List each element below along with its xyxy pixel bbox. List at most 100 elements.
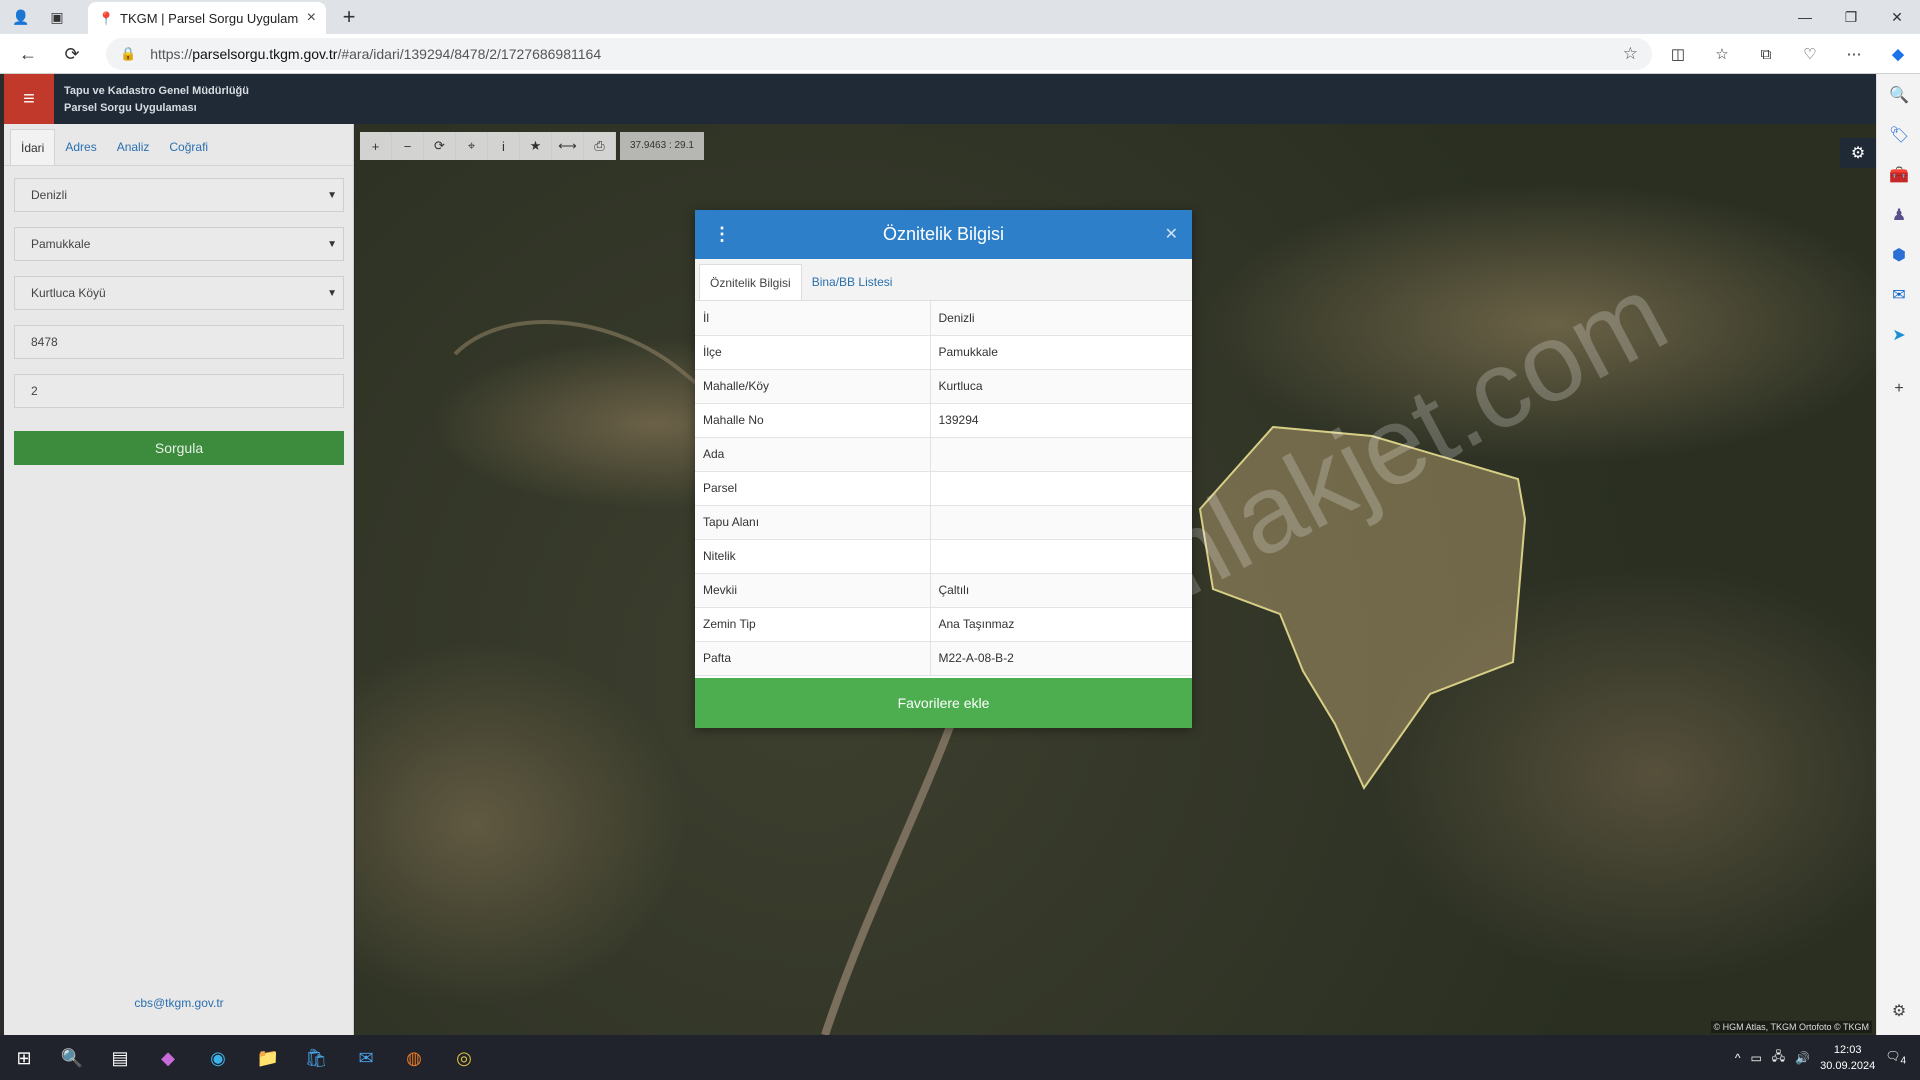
measure-icon[interactable]: ⟷: [552, 132, 584, 160]
restore-icon[interactable]: ❐: [1828, 0, 1874, 34]
print-icon[interactable]: ⎙: [584, 132, 616, 160]
refresh-map-icon[interactable]: ⟳: [424, 132, 456, 160]
ada-input-value: 8478: [31, 335, 58, 349]
menu-icon[interactable]: ≡: [4, 74, 54, 124]
coordinate-readout: 37.9463 : 29.1: [620, 132, 704, 160]
attr-key: Zemin Tip: [695, 607, 931, 642]
window-close-icon[interactable]: ✕: [1874, 0, 1920, 34]
send-icon[interactable]: ➤: [1877, 320, 1920, 350]
il-select[interactable]: Denizli ▼: [14, 178, 344, 212]
attr-value: [930, 505, 1192, 540]
tab-oznitelik[interactable]: Öznitelik Bilgisi: [699, 264, 802, 300]
system-tray: ^ ▭ 🖧 🔊 12:03 30.09.2024 🗨4: [1735, 1035, 1920, 1080]
table-row: İlçe Pamukkale: [695, 335, 1192, 370]
sorgula-button[interactable]: Sorgula: [14, 431, 344, 465]
attr-key: Nitelik: [695, 539, 931, 574]
attr-key: Pafta: [695, 641, 931, 676]
firefox-icon[interactable]: ◍: [398, 1042, 430, 1074]
network-icon[interactable]: 🖧: [1772, 1047, 1785, 1068]
search-icon[interactable]: 🔍: [56, 1042, 88, 1074]
favorite-icon[interactable]: ★: [520, 132, 552, 160]
browser-tab[interactable]: 📍 TKGM | Parsel Sorgu Uygulaması ×: [88, 2, 326, 34]
zoom-in-icon[interactable]: +: [360, 132, 392, 160]
minimize-icon[interactable]: —: [1782, 0, 1828, 34]
office-icon[interactable]: ⬢: [1877, 240, 1920, 270]
split-screen-icon[interactable]: ◫: [1664, 40, 1692, 68]
zoom-out-icon[interactable]: −: [392, 132, 424, 160]
app-title: Tapu ve Kadastro Genel Müdürlüğü Parsel …: [64, 83, 249, 117]
tab-bina-listesi[interactable]: Bina/BB Listesi: [802, 264, 903, 300]
browser-tab-strip: 👤 ▣ 📍 TKGM | Parsel Sorgu Uygulaması × +…: [0, 0, 1920, 34]
show-hidden-icons-icon[interactable]: ^: [1735, 1051, 1741, 1065]
clock[interactable]: 12:03 30.09.2024: [1820, 1042, 1875, 1074]
tab-cografi[interactable]: Coğrafi: [159, 129, 218, 165]
volume-icon[interactable]: 🔊: [1795, 1051, 1810, 1065]
app-header: ≡ Tapu ve Kadastro Genel Müdürlüğü Parse…: [4, 74, 1876, 124]
attr-key: Mahalle No: [695, 403, 931, 438]
ada-input[interactable]: 8478: [14, 325, 344, 359]
back-button[interactable]: ←: [14, 41, 42, 67]
task-view-icon[interactable]: ▤: [104, 1042, 136, 1074]
window-controls: — ❐ ✕: [1782, 0, 1920, 34]
store-icon[interactable]: 🛍: [300, 1042, 332, 1074]
games-icon[interactable]: ♟: [1877, 200, 1920, 230]
popup-header: ⋮ Öznitelik Bilgisi ✕: [695, 210, 1192, 259]
chrome-icon[interactable]: ◎: [448, 1042, 480, 1074]
parsel-input[interactable]: 2: [14, 374, 344, 408]
close-icon[interactable]: ✕: [1165, 224, 1178, 244]
clock-time: 12:03: [1833, 1043, 1862, 1056]
favorite-star-icon[interactable]: ☆: [1623, 44, 1638, 64]
app-title-name: Parsel Sorgu Uygulaması: [64, 102, 197, 114]
table-row: Nitelik: [695, 539, 1192, 574]
chevron-down-icon: ▼: [327, 189, 337, 201]
lock-icon[interactable]: 🔒: [120, 46, 136, 62]
attribute-popup: ⋮ Öznitelik Bilgisi ✕ Öznitelik Bilgisi …: [695, 210, 1192, 728]
outlook-icon[interactable]: ✉: [1877, 280, 1920, 310]
toolbox-icon[interactable]: 🧰: [1877, 160, 1920, 190]
ilce-select[interactable]: Pamukkale ▼: [14, 227, 344, 261]
start-icon[interactable]: ⊞: [8, 1042, 40, 1074]
meet-now-icon[interactable]: ▭: [1750, 1051, 1761, 1065]
shopping-tag-icon[interactable]: 🏷: [1877, 120, 1920, 150]
il-select-value: Denizli: [31, 188, 68, 202]
table-row: Mahalle No 139294: [695, 403, 1192, 438]
tab-analiz[interactable]: Analiz: [107, 129, 160, 165]
edge-icon[interactable]: ◉: [202, 1042, 234, 1074]
info-icon[interactable]: i: [488, 132, 520, 160]
copilot-taskbar-icon[interactable]: ◆: [152, 1042, 184, 1074]
refresh-button[interactable]: ⟳: [58, 41, 86, 67]
mail-icon[interactable]: ✉: [350, 1042, 382, 1074]
favorites-icon[interactable]: ☆: [1708, 40, 1736, 68]
app-title-org: Tapu ve Kadastro Genel Müdürlüğü: [64, 85, 249, 97]
attr-key: İl: [695, 301, 931, 336]
locate-icon[interactable]: ⌖: [456, 132, 488, 160]
collections-icon[interactable]: ⧉: [1752, 40, 1780, 68]
url-field[interactable]: 🔒 https://parselsorgu.tkgm.gov.tr/#ara/i…: [106, 38, 1652, 70]
profile-icon[interactable]: 👤: [8, 5, 34, 29]
search-icon[interactable]: 🔍: [1877, 80, 1920, 110]
query-panel: İdari Adres Analiz Coğrafi Denizli ▼ Pam…: [4, 124, 354, 1035]
tab-adres[interactable]: Adres: [55, 129, 106, 165]
close-tab-icon[interactable]: ×: [307, 9, 316, 27]
mahalle-select[interactable]: Kurtluca Köyü ▼: [14, 276, 344, 310]
notification-icon[interactable]: 🗨4: [1885, 1049, 1906, 1066]
popup-menu-icon[interactable]: ⋮: [713, 224, 731, 245]
table-row: İl Denizli: [695, 301, 1192, 336]
tab-idari[interactable]: İdari: [10, 129, 56, 165]
attr-value: M22-A-08-B-2: [930, 641, 1192, 676]
tab-actions-icon[interactable]: ▣: [44, 5, 70, 29]
contact-email-link[interactable]: cbs@tkgm.gov.tr: [4, 996, 354, 1010]
browser-essentials-icon[interactable]: ♡: [1796, 40, 1824, 68]
add-sidebar-app-icon[interactable]: +: [1877, 374, 1920, 404]
more-options-icon[interactable]: ⋯: [1840, 40, 1868, 68]
new-tab-button[interactable]: +: [336, 4, 362, 30]
attr-key: Mevkii: [695, 573, 931, 608]
url-host: parselsorgu.tkgm.gov.tr: [192, 46, 338, 62]
map-settings-icon[interactable]: ⚙: [1840, 138, 1876, 168]
add-favorite-button[interactable]: Favorilere ekle: [695, 678, 1192, 728]
browser-tab-title: TKGM | Parsel Sorgu Uygulaması: [120, 10, 299, 26]
parsel-input-value: 2: [31, 384, 38, 398]
file-explorer-icon[interactable]: 📁: [252, 1042, 284, 1074]
copilot-icon[interactable]: ◆: [1884, 40, 1912, 68]
sidebar-settings-icon[interactable]: ⚙: [1877, 996, 1920, 1026]
